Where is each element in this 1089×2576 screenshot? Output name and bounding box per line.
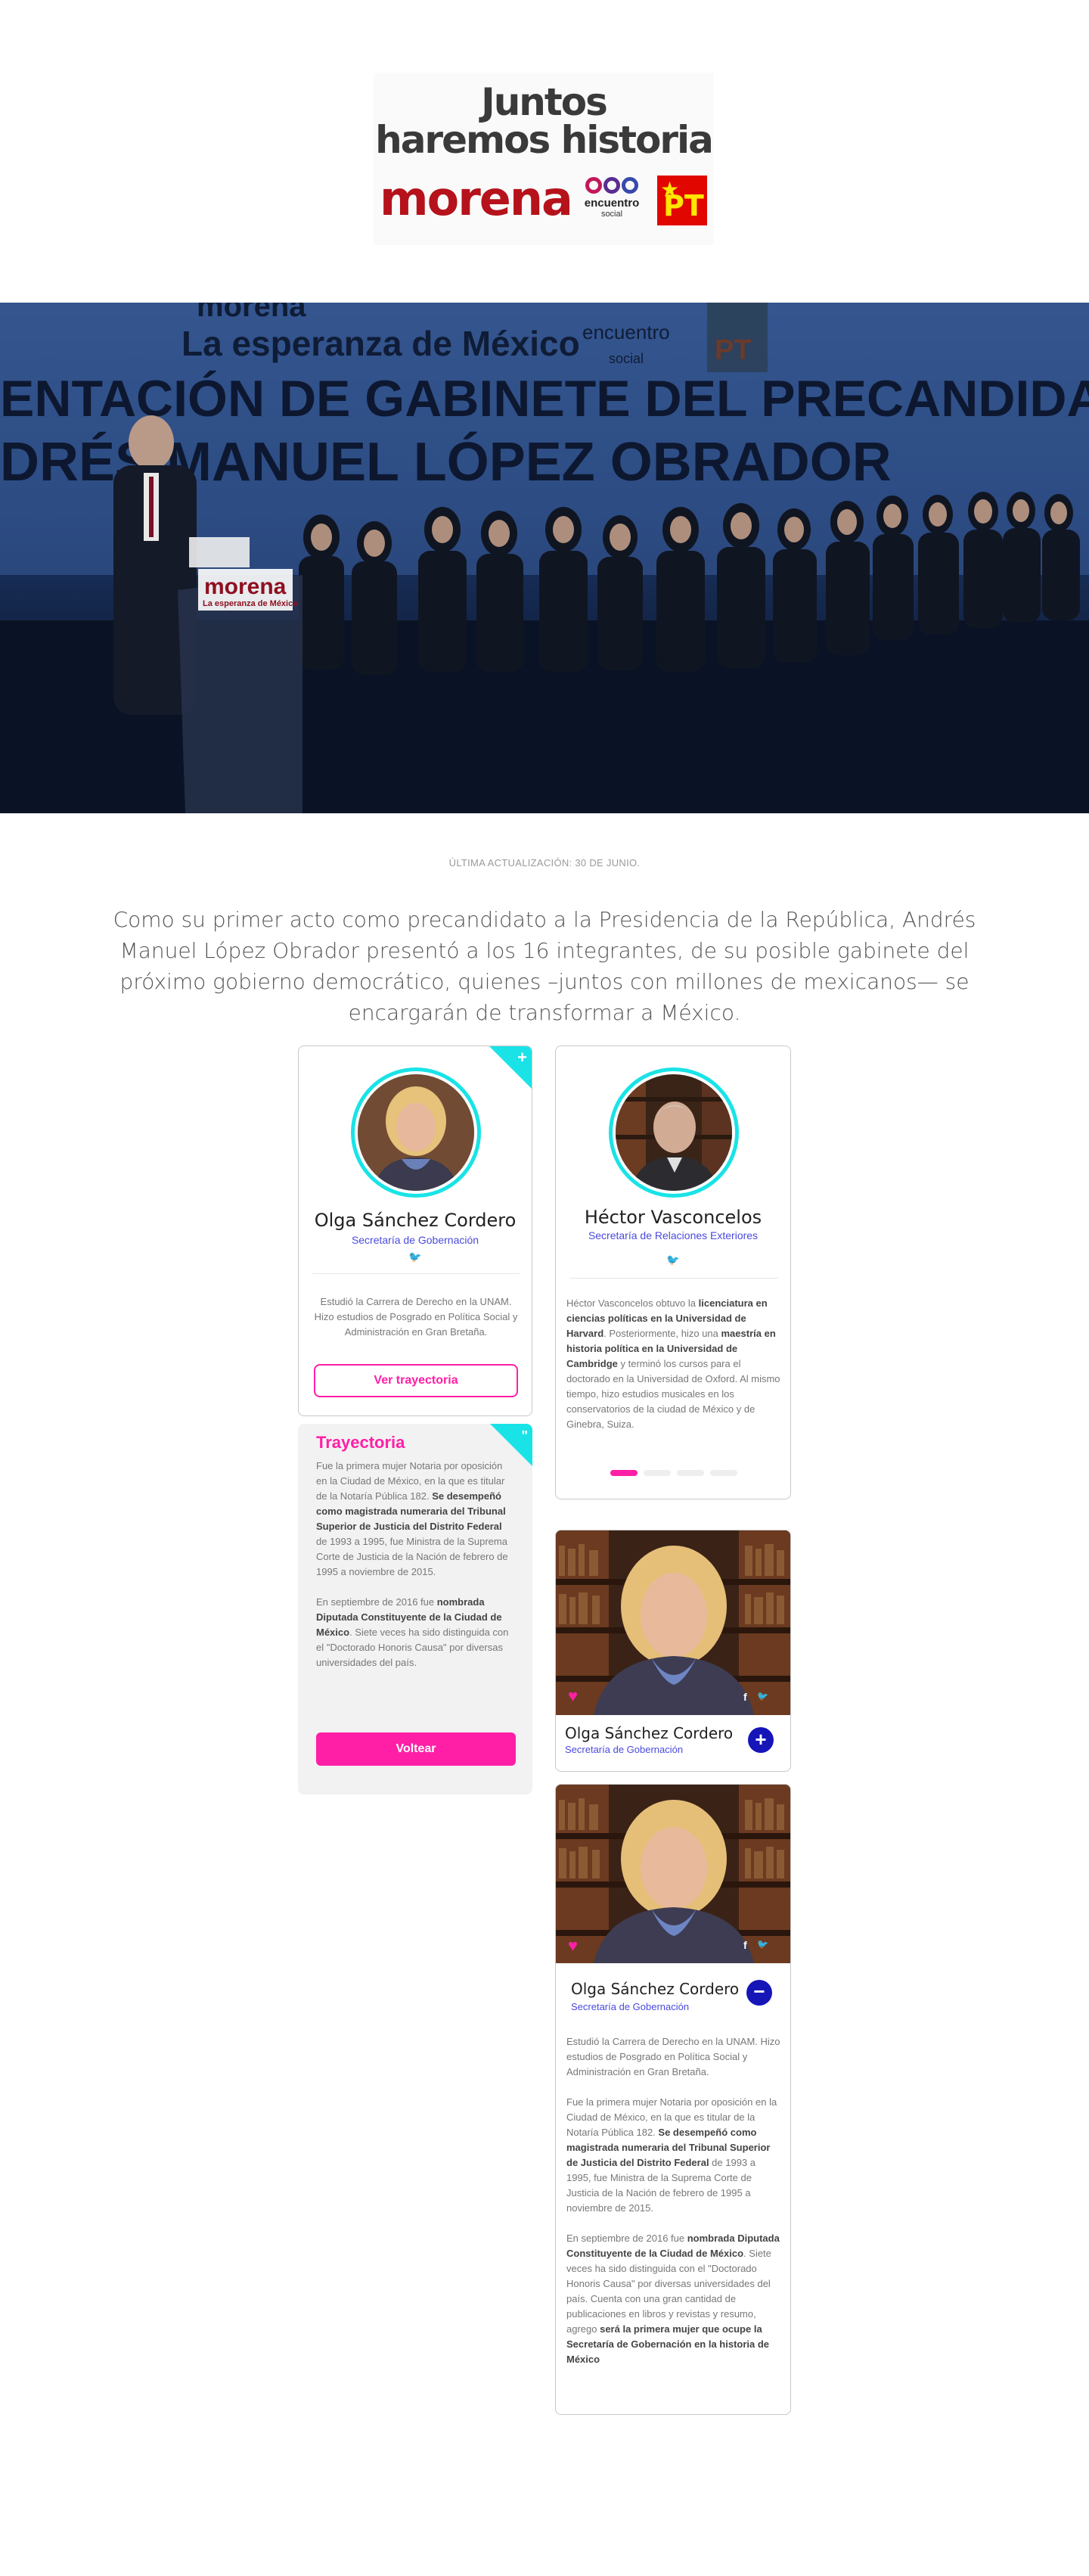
carousel-dot[interactable] xyxy=(710,1470,737,1476)
svg-text:La esperanza de México: La esperanza de México xyxy=(203,599,298,608)
banner-slogan: La esperanza de México xyxy=(182,324,580,363)
encuentro-social-icon xyxy=(579,177,644,194)
avatar xyxy=(609,1067,739,1198)
carousel-dot[interactable] xyxy=(677,1470,704,1476)
quote-icon[interactable]: " xyxy=(521,1428,528,1444)
banner-title: ENTACIÓN DE GABINETE DEL PRECANDIDATO xyxy=(0,370,1089,427)
avatar xyxy=(351,1067,481,1198)
carousel-dots[interactable] xyxy=(610,1470,737,1476)
view-trajectory-button[interactable]: Ver trayectoria xyxy=(314,1364,518,1397)
member-full-bio: Estudió la Carrera de Derecho en la UNAM… xyxy=(566,2036,780,2365)
member-bio: Héctor Vasconcelos obtuvo la licenciatur… xyxy=(566,1297,780,1430)
twitter-icon[interactable]: 🐦 xyxy=(757,1939,768,1950)
flip-button[interactable]: Voltear xyxy=(316,1732,516,1766)
divider xyxy=(312,1273,520,1274)
collapse-button[interactable]: − xyxy=(746,1980,772,2006)
carousel-dot[interactable] xyxy=(644,1470,671,1476)
hero-image: La esperanza de México morena encuentro … xyxy=(0,303,1089,813)
cabinet-card-front[interactable]: Héctor Vasconcelos Secretaría de Relacio… xyxy=(555,1046,791,1499)
svg-text:encuentro: encuentro xyxy=(582,321,670,343)
divider xyxy=(569,1278,778,1279)
carousel-dot[interactable] xyxy=(610,1470,638,1476)
expand-button[interactable]: + xyxy=(748,1727,774,1753)
plus-icon[interactable]: + xyxy=(517,1048,527,1067)
hector-portrait xyxy=(616,1074,732,1191)
trajectory-text: Fue la primera mujer Notaria por oposici… xyxy=(316,1460,509,1668)
member-bio: Estudió la Carrera de Derecho en la UNAM… xyxy=(314,1296,518,1338)
heart-icon[interactable]: ♥ xyxy=(568,1686,578,1706)
svg-text:morena: morena xyxy=(204,574,287,599)
cabinet-photo-card[interactable]: ♥ f 🐦 Olga Sánchez Cordero Secretaría de… xyxy=(555,1530,791,1772)
svg-text:social: social xyxy=(609,351,644,366)
member-role: Secretaría de Relaciones Exteriores xyxy=(588,1229,759,1241)
member-name: Olga Sánchez Cordero xyxy=(571,1980,740,1998)
facebook-icon[interactable]: f xyxy=(743,1939,747,1951)
logo-line-2: haremos historia xyxy=(375,118,714,162)
banner-morena: morena xyxy=(197,303,306,323)
member-name: Olga Sánchez Cordero xyxy=(314,1210,517,1231)
member-name: Héctor Vasconcelos xyxy=(584,1207,762,1228)
twitter-icon[interactable]: 🐦 xyxy=(556,1254,790,1266)
twitter-icon[interactable]: 🐦 xyxy=(299,1251,532,1263)
encuentro-social-logo: encuentro social xyxy=(579,177,644,219)
olga-photo xyxy=(556,1785,790,1963)
cabinet-photo-card-expanded[interactable]: ♥ f 🐦 Olga Sánchez Cordero Secretaría de… xyxy=(555,1784,791,2415)
podium: morena La esperanza de México xyxy=(178,569,302,813)
intro-paragraph: Como su primer acto como precandidato a … xyxy=(113,907,976,1025)
morena-logo: morena xyxy=(380,171,573,226)
member-name: Olga Sánchez Cordero xyxy=(565,1724,734,1742)
trajectory-title: Trayectoria xyxy=(316,1433,405,1452)
svg-text:PT: PT xyxy=(715,334,752,366)
heart-icon[interactable]: ♥ xyxy=(568,1936,578,1956)
pt-logo: ★ PT xyxy=(657,176,707,225)
trajectory-card: " Trayectoria Fue la primera mujer Notar… xyxy=(298,1424,532,1794)
olga-portrait xyxy=(358,1074,474,1191)
member-role: Secretaría de Gobernación xyxy=(565,1744,684,1755)
member-role: Secretaría de Gobernación xyxy=(351,1234,479,1246)
coalition-logo: Juntos haremos historia morena encuentro… xyxy=(374,73,714,245)
member-role: Secretaría de Gobernación xyxy=(571,2001,690,2012)
twitter-icon[interactable]: 🐦 xyxy=(757,1691,768,1701)
cabinet-card-front[interactable]: + Olga Sánchez Cordero Secretaría de Gob… xyxy=(298,1046,532,1416)
facebook-icon[interactable]: f xyxy=(743,1691,747,1703)
olga-photo xyxy=(556,1530,790,1715)
last-update-text: ÚLTIMA ACTUALIZACIÓN: 30 DE JUNIO. xyxy=(448,857,641,869)
